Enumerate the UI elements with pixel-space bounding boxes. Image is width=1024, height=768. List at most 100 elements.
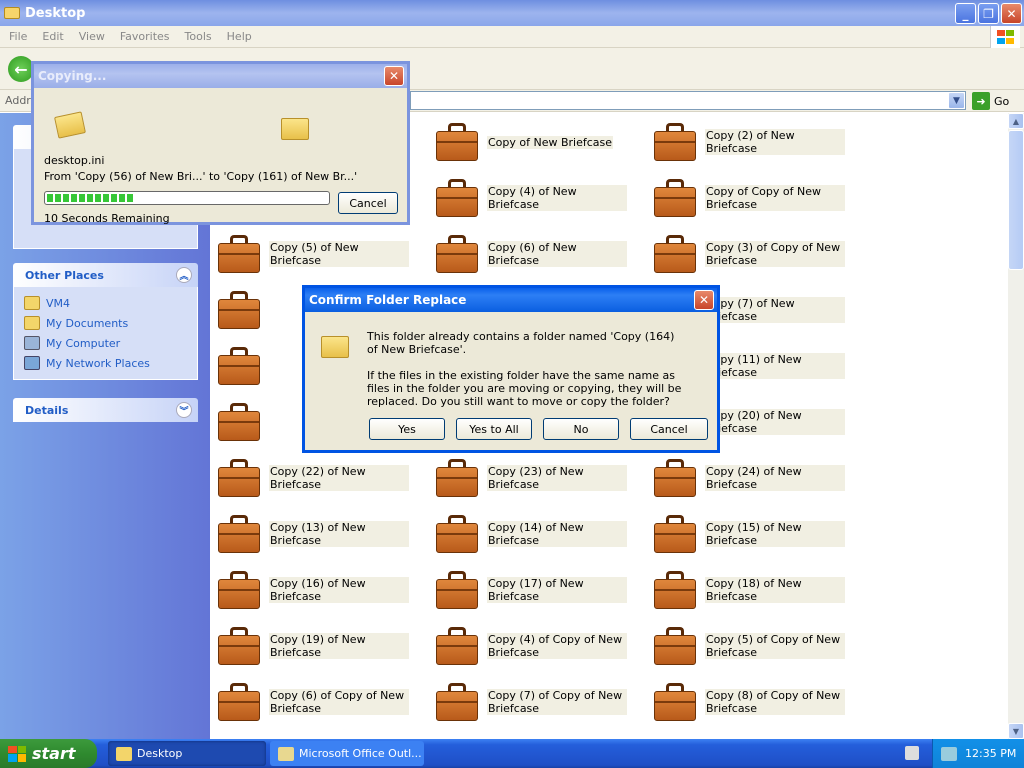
scroll-thumb[interactable] bbox=[1008, 130, 1024, 270]
menu-bar: File Edit View Favorites Tools Help bbox=[0, 26, 1024, 48]
menu-file[interactable]: File bbox=[9, 30, 27, 43]
place-vm4[interactable]: VM4 bbox=[24, 293, 187, 313]
maximize-button[interactable]: ❐ bbox=[978, 3, 999, 24]
file-item[interactable]: Copy (3) of Copy of New Briefcase bbox=[650, 229, 860, 279]
address-input[interactable] bbox=[410, 91, 966, 110]
yes-to-all-button[interactable]: Yes to All bbox=[456, 418, 532, 440]
menu-tools[interactable]: Tools bbox=[185, 30, 212, 43]
file-item[interactable]: Copy (5) of Copy of New Briefcase bbox=[650, 621, 860, 671]
briefcase-icon bbox=[436, 457, 480, 497]
start-button[interactable]: start bbox=[0, 739, 97, 768]
file-item[interactable]: Copy of New Briefcase bbox=[432, 117, 642, 167]
menu-view[interactable]: View bbox=[79, 30, 105, 43]
keyboard-icon[interactable] bbox=[905, 746, 919, 760]
close-button[interactable]: ✕ bbox=[1001, 3, 1022, 24]
go-button[interactable]: ➜ Go bbox=[972, 92, 1009, 110]
other-places-title: Other Places bbox=[25, 268, 104, 282]
copy-filename: desktop.ini bbox=[44, 154, 105, 167]
file-item[interactable]: Copy (19) of New Briefcase bbox=[214, 621, 424, 671]
file-item[interactable]: Copy (16) of New Briefcase bbox=[214, 565, 424, 615]
taskbar-item-label: Desktop bbox=[137, 747, 183, 760]
taskbar-item-desktop[interactable]: Desktop bbox=[108, 741, 266, 766]
file-label: Copy (8) of Copy of New Briefcase bbox=[705, 689, 845, 715]
close-icon[interactable]: ✕ bbox=[384, 66, 404, 86]
file-item[interactable]: Copy (18) of New Briefcase bbox=[650, 565, 860, 615]
details-panel: Details ︾ bbox=[13, 398, 198, 422]
menu-favorites[interactable]: Favorites bbox=[120, 30, 170, 43]
file-label: Copy (22) of New Briefcase bbox=[269, 465, 409, 491]
progress-block bbox=[95, 194, 101, 202]
file-label: Copy (7) of Copy of New Briefcase bbox=[487, 689, 627, 715]
expand-icon[interactable]: ︾ bbox=[176, 402, 192, 418]
copy-from-to: From 'Copy (56) of New Bri...' to 'Copy … bbox=[44, 170, 358, 183]
progress-block bbox=[119, 194, 125, 202]
file-label: Copy (19) of New Briefcase bbox=[269, 633, 409, 659]
briefcase-icon bbox=[218, 345, 262, 385]
progress-block bbox=[63, 194, 69, 202]
go-arrow-icon: ➜ bbox=[972, 92, 990, 110]
file-item[interactable]: Copy (6) of New Briefcase bbox=[432, 229, 642, 279]
cancel-button[interactable]: Cancel bbox=[630, 418, 708, 440]
briefcase-icon bbox=[218, 457, 262, 497]
menu-help[interactable]: Help bbox=[227, 30, 252, 43]
file-item[interactable]: Copy (4) of Copy of New Briefcase bbox=[432, 621, 642, 671]
progress-block bbox=[127, 194, 133, 202]
folder-replace-icon bbox=[321, 336, 349, 358]
file-item[interactable]: Copy (22) of New Briefcase bbox=[214, 453, 424, 503]
file-label: Copy (18) of New Briefcase bbox=[705, 577, 845, 603]
briefcase-icon bbox=[654, 569, 698, 609]
file-item[interactable]: Copy (2) of New Briefcase bbox=[650, 117, 860, 167]
folder-icon bbox=[116, 746, 132, 761]
progress-block bbox=[79, 194, 85, 202]
file-item[interactable]: Copy of Copy of New Briefcase bbox=[650, 173, 860, 223]
collapse-icon[interactable]: ︽ bbox=[176, 267, 192, 283]
copying-dialog: Copying... ✕ desktop.ini From 'Copy (56)… bbox=[31, 61, 410, 225]
file-item[interactable]: Copy (15) of New Briefcase bbox=[650, 509, 860, 559]
place-my-network-places[interactable]: My Network Places bbox=[24, 353, 187, 373]
briefcase-icon bbox=[218, 625, 262, 665]
no-button[interactable]: No bbox=[543, 418, 619, 440]
vertical-scrollbar[interactable]: ▲ ▼ bbox=[1008, 113, 1024, 739]
briefcase-icon bbox=[218, 513, 262, 553]
progress-block bbox=[71, 194, 77, 202]
file-item[interactable]: Copy (7) of Copy of New Briefcase bbox=[432, 677, 642, 727]
clock[interactable]: 12:35 PM bbox=[965, 747, 1016, 760]
briefcase-icon bbox=[654, 177, 698, 217]
other-places-header[interactable]: Other Places ︽ bbox=[13, 263, 198, 287]
scroll-down-icon[interactable]: ▼ bbox=[1008, 723, 1024, 739]
minimize-button[interactable]: _ bbox=[955, 3, 976, 24]
file-item[interactable]: Copy (6) of Copy of New Briefcase bbox=[214, 677, 424, 727]
copy-remaining: 10 Seconds Remaining bbox=[44, 212, 170, 225]
go-label: Go bbox=[994, 94, 1010, 108]
file-item[interactable]: Copy (23) of New Briefcase bbox=[432, 453, 642, 503]
address-dropdown-icon[interactable]: ▼ bbox=[948, 92, 965, 109]
taskbar-item-label: Microsoft Office Outl... bbox=[299, 747, 422, 760]
file-label: Copy of Copy of New Briefcase bbox=[705, 185, 845, 211]
file-item[interactable]: Copy (24) of New Briefcase bbox=[650, 453, 860, 503]
file-item[interactable]: Copy (8) of Copy of New Briefcase bbox=[650, 677, 860, 727]
details-header[interactable]: Details ︾ bbox=[13, 398, 198, 422]
menu-edit[interactable]: Edit bbox=[42, 30, 63, 43]
place-my-documents[interactable]: My Documents bbox=[24, 313, 187, 333]
place-my-computer[interactable]: My Computer bbox=[24, 333, 187, 353]
network-icon[interactable] bbox=[941, 746, 957, 761]
file-item[interactable]: Copy (14) of New Briefcase bbox=[432, 509, 642, 559]
briefcase-icon bbox=[218, 233, 262, 273]
file-item[interactable]: Copy (5) of New Briefcase bbox=[214, 229, 424, 279]
scroll-up-icon[interactable]: ▲ bbox=[1008, 113, 1024, 129]
file-label: Copy (24) of New Briefcase bbox=[705, 465, 845, 491]
briefcase-icon bbox=[654, 625, 698, 665]
file-label: Copy (5) of Copy of New Briefcase bbox=[705, 633, 845, 659]
file-item[interactable]: Copy (17) of New Briefcase bbox=[432, 565, 642, 615]
copying-dialog-title: Copying... bbox=[38, 69, 107, 83]
copy-cancel-button[interactable]: Cancel bbox=[338, 192, 398, 214]
my-documents-icon bbox=[24, 316, 40, 330]
windows-flag-icon bbox=[8, 745, 26, 762]
file-item[interactable]: Copy (4) of New Briefcase bbox=[432, 173, 642, 223]
file-label: Copy (15) of New Briefcase bbox=[705, 521, 845, 547]
taskbar-item-outlook[interactable]: Microsoft Office Outl... bbox=[270, 741, 424, 766]
close-icon[interactable]: ✕ bbox=[694, 290, 714, 310]
folder-icon bbox=[4, 7, 20, 19]
yes-button[interactable]: Yes bbox=[369, 418, 445, 440]
file-item[interactable]: Copy (13) of New Briefcase bbox=[214, 509, 424, 559]
